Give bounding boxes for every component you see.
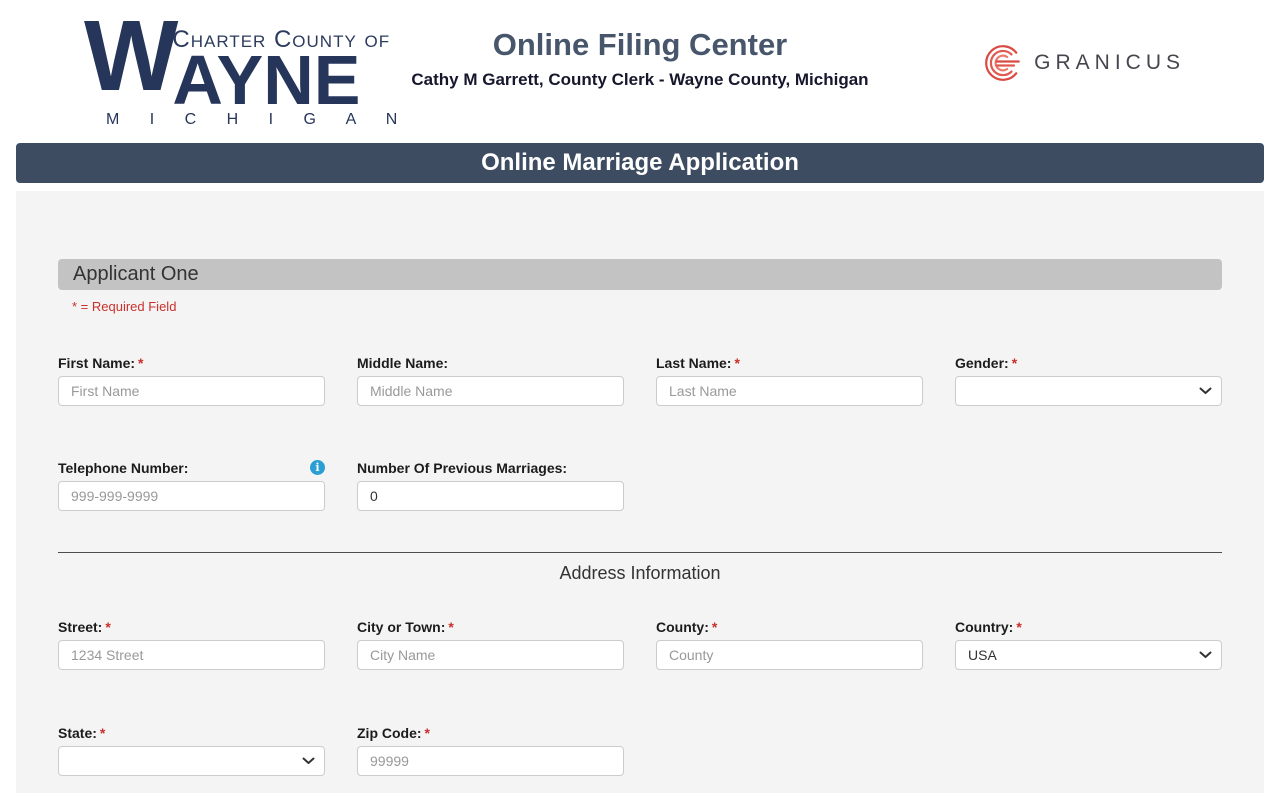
page-banner: Online Marriage Application bbox=[16, 143, 1264, 183]
required-asterisk: * bbox=[105, 618, 111, 635]
wayne-logo-michigan: M I C H I G A N bbox=[106, 111, 411, 129]
state-label: State: * bbox=[58, 724, 106, 741]
telephone-input[interactable] bbox=[58, 481, 325, 511]
city-input[interactable] bbox=[357, 640, 624, 670]
field-state: State: * bbox=[58, 724, 325, 776]
form-row-phone: Telephone Number: i Number Of Previous M… bbox=[58, 459, 1222, 511]
street-input[interactable] bbox=[58, 640, 325, 670]
field-last-name: Last Name: * bbox=[656, 354, 923, 406]
gender-label: Gender: * bbox=[955, 354, 1018, 371]
zip-input[interactable] bbox=[357, 746, 624, 776]
field-first-name: First Name: * bbox=[58, 354, 325, 406]
street-label: Street: * bbox=[58, 618, 111, 635]
middle-name-input[interactable] bbox=[357, 376, 624, 406]
field-telephone: Telephone Number: i bbox=[58, 459, 325, 511]
field-country: Country: * USA bbox=[955, 618, 1222, 670]
city-label: City or Town: * bbox=[357, 618, 454, 635]
form-panel: Applicant One * = Required Field First N… bbox=[16, 191, 1264, 793]
middle-name-label: Middle Name: bbox=[357, 354, 449, 371]
granicus-g-icon bbox=[985, 45, 1020, 81]
field-previous-marriages: Number Of Previous Marriages: bbox=[357, 459, 624, 511]
last-name-label: Last Name: * bbox=[656, 354, 740, 371]
required-asterisk: * bbox=[99, 724, 106, 741]
first-name-input[interactable] bbox=[58, 376, 325, 406]
field-city: City or Town: * bbox=[357, 618, 624, 670]
section-title: Applicant One bbox=[73, 263, 199, 285]
address-section-title: Address Information bbox=[559, 563, 721, 583]
granicus-wordmark: GRANICUS bbox=[1034, 51, 1185, 74]
previous-marriages-label: Number Of Previous Marriages: bbox=[357, 459, 568, 476]
field-gender: Gender: * bbox=[955, 354, 1222, 406]
zip-label: Zip Code: * bbox=[357, 724, 430, 741]
gender-select[interactable] bbox=[955, 376, 1222, 406]
page-header: W Charter County of AYNE M I C H I G A N… bbox=[0, 0, 1280, 131]
granicus-logo: GRANICUS bbox=[982, 42, 1185, 84]
required-asterisk: * bbox=[138, 354, 144, 371]
country-label: Country: * bbox=[955, 618, 1022, 635]
required-asterisk: * bbox=[448, 618, 454, 635]
required-asterisk: * bbox=[424, 724, 430, 741]
field-middle-name: Middle Name: bbox=[357, 354, 624, 406]
field-county: County: * bbox=[656, 618, 923, 670]
required-asterisk: * bbox=[1011, 354, 1018, 371]
banner-title: Online Marriage Application bbox=[481, 149, 799, 176]
country-select[interactable]: USA bbox=[955, 640, 1222, 670]
field-street: Street: * bbox=[58, 618, 325, 670]
state-select[interactable] bbox=[58, 746, 325, 776]
county-label: County: * bbox=[656, 618, 718, 635]
required-asterisk: * bbox=[1016, 618, 1022, 635]
county-input[interactable] bbox=[656, 640, 923, 670]
required-field-note: * = Required Field bbox=[72, 299, 177, 314]
section-header-applicant-one: Applicant One bbox=[58, 259, 1222, 290]
info-icon[interactable]: i bbox=[310, 460, 325, 475]
telephone-label: Telephone Number: bbox=[58, 459, 189, 476]
first-name-label: First Name: * bbox=[58, 354, 144, 371]
section-divider bbox=[58, 552, 1222, 553]
required-asterisk: * bbox=[734, 354, 740, 371]
previous-marriages-input[interactable] bbox=[357, 481, 624, 511]
form-row-names: First Name:* Middle Name: Last Name:* Ge… bbox=[58, 354, 1222, 406]
field-zip: Zip Code: * bbox=[357, 724, 624, 776]
last-name-input[interactable] bbox=[656, 376, 923, 406]
form-row-address-2: State: * Zip Code: * bbox=[58, 724, 1222, 776]
required-asterisk: * bbox=[711, 618, 718, 635]
form-row-address-1: Street:* City or Town:* County:* Country… bbox=[58, 618, 1222, 670]
